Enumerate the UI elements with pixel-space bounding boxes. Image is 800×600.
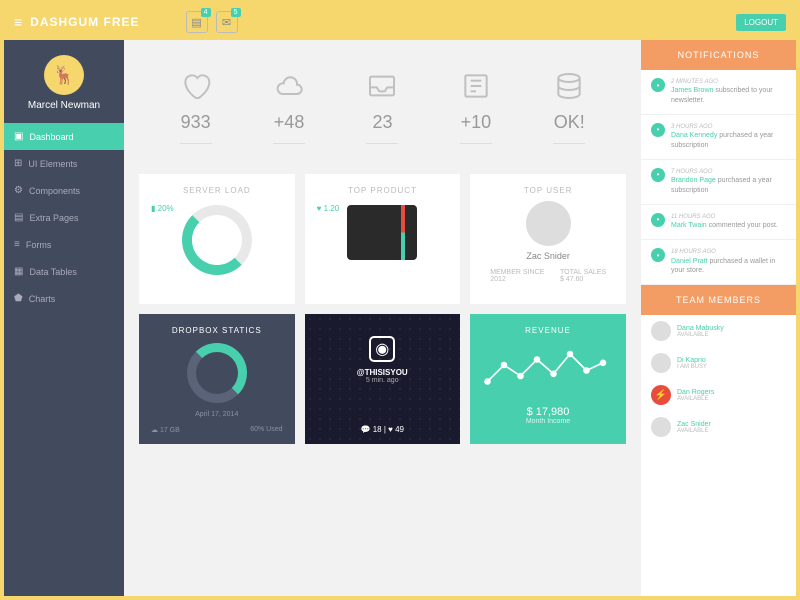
member-avatar: ⚡: [651, 385, 671, 405]
server-load-card: SERVER LOAD ▮ 20%: [139, 174, 295, 304]
stat-news: +10: [460, 70, 492, 144]
team-header: TEAM MEMBERS: [641, 285, 796, 315]
team-member[interactable]: Di KaprioI AM BUSY: [641, 347, 796, 379]
menu-toggle[interactable]: ≡: [14, 14, 22, 30]
mail-button[interactable]: ✉5: [216, 11, 238, 33]
notification-item[interactable]: •3 HOURS AGODana Kennedy purchased a yea…: [641, 115, 796, 160]
nav-data-tables[interactable]: ▦Data Tables: [4, 258, 124, 285]
notif-icon: •: [651, 213, 665, 227]
dropbox-card: DROPBOX STATICS April 17, 2014 ☁ 17 GB 6…: [139, 314, 295, 444]
revenue-chart: [482, 343, 614, 398]
nav-charts[interactable]: ⬟Charts: [4, 285, 124, 312]
server-pct: ▮ 20%: [151, 204, 174, 213]
user-avatar[interactable]: 🦌: [44, 55, 84, 95]
main-content: 933 +48 23 +10 OK! SERVER LOAD ▮ 20% TOP PRO…: [124, 40, 641, 596]
nav-icon: ▣: [14, 131, 23, 142]
nav-ui-elements[interactable]: ⊞UI Elements: [4, 150, 124, 177]
stat-inbox: 23: [366, 70, 398, 144]
top-product-card: TOP PRODUCT ♥ 1.20: [305, 174, 461, 304]
logout-button[interactable]: LOGOUT: [736, 14, 786, 31]
member-avatar: [651, 321, 671, 341]
nav-forms[interactable]: ≡Forms: [4, 231, 124, 258]
notification-item[interactable]: •18 HOURS AGODaniel Pratt purchased a wa…: [641, 240, 796, 285]
notification-item[interactable]: •7 HOURS AGOBrandon Page purchased a yea…: [641, 160, 796, 205]
nav-icon: ▦: [14, 266, 23, 277]
nav-icon: ⚙: [14, 185, 23, 196]
nav-icon: ▤: [14, 212, 23, 223]
member-avatar: [651, 417, 671, 437]
stat-db: OK!: [553, 70, 585, 144]
notification-item[interactable]: •2 MINUTES AGOJames Brown subscribed to …: [641, 70, 796, 115]
top-user-card: TOP USER Zac Snider MEMBER SINCE2012 TOT…: [470, 174, 626, 304]
product-likes: ♥ 1.20: [317, 204, 340, 213]
nav-dashboard[interactable]: ▣Dashboard: [4, 123, 124, 150]
notif-icon: •: [651, 248, 665, 262]
news-icon: [460, 70, 492, 102]
heart-icon: [180, 70, 212, 102]
stat-heart: 933: [180, 70, 212, 144]
brand: DASHGUM FREE: [30, 15, 139, 29]
team-member[interactable]: ⚡Dan RogersAVAILABLE: [641, 379, 796, 411]
sidebar: 🦌 Marcel Newman ▣Dashboard⊞UI Elements⚙C…: [4, 40, 124, 596]
username: Marcel Newman: [4, 100, 124, 111]
instagram-card: ◉ @THISISYOU 5 min. ago 💬 18 | ♥ 49: [305, 314, 461, 444]
stat-cloud: +48: [273, 70, 305, 144]
team-member[interactable]: Dana MabuskyAVAILABLE: [641, 315, 796, 347]
team-member[interactable]: Zac SniderAVAILABLE: [641, 411, 796, 443]
nav-icon: ⬟: [14, 293, 23, 304]
nav-extra-pages[interactable]: ▤Extra Pages: [4, 204, 124, 231]
notif-icon: •: [651, 78, 665, 92]
notif-icon: •: [651, 123, 665, 137]
wallet-image: [347, 205, 417, 260]
inbox-badge: 4: [201, 8, 211, 17]
nav-icon: ≡: [14, 239, 20, 250]
cloud-icon: [273, 70, 305, 102]
right-sidebar: NOTIFICATIONS •2 MINUTES AGOJames Brown …: [641, 40, 796, 596]
notifications-header: NOTIFICATIONS: [641, 40, 796, 70]
dropbox-donut: [187, 343, 247, 403]
db-icon: [553, 70, 585, 102]
inbox-icon: [366, 70, 398, 102]
notification-item[interactable]: •11 HOURS AGOMark Twain commented your p…: [641, 205, 796, 240]
nav-components[interactable]: ⚙Components: [4, 177, 124, 204]
server-donut: [182, 205, 252, 275]
revenue-card: REVENUE $ 17,980 Month Income: [470, 314, 626, 444]
nav-icon: ⊞: [14, 158, 22, 169]
inbox-button[interactable]: ▤4: [186, 11, 208, 33]
member-avatar: [651, 353, 671, 373]
instagram-icon: ◉: [369, 336, 395, 362]
notif-icon: •: [651, 168, 665, 182]
top-user-avatar: [526, 201, 571, 246]
mail-badge: 5: [231, 8, 241, 17]
